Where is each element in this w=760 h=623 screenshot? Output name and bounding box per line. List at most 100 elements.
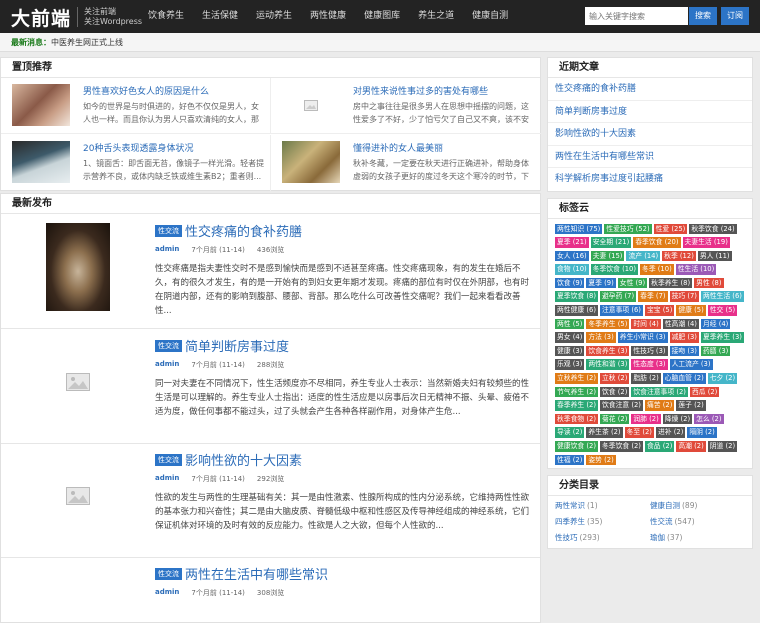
tag-link[interactable]: 夏季养生 (3) (700, 332, 744, 343)
tag-link[interactable]: 七夕 (2) (707, 373, 738, 384)
tag-link[interactable]: 男性 (8) (694, 277, 724, 289)
tag-link[interactable]: 冬季 (10) (640, 264, 674, 275)
tag-link[interactable]: 冬季饮食 (10) (590, 264, 639, 275)
tag-link[interactable]: 方法 (3) (586, 332, 616, 343)
post-thumb[interactable] (46, 223, 110, 311)
tag-link[interactable]: 春季养生 (2) (555, 400, 598, 411)
category-name[interactable]: 两性常识 (555, 501, 585, 510)
tag-link[interactable]: 接吻 (3) (669, 345, 699, 357)
category-link[interactable]: 两性常识 (1) (555, 499, 650, 513)
featured-item[interactable]: 对男性来说性事过多的害处有哪些 房中之事往往是很多男人在思想中摇摆的问题，这性爱… (271, 78, 541, 134)
tag-link[interactable]: 高潮 (2) (676, 441, 706, 452)
tag-link[interactable]: 饮食注意事项 (2) (631, 386, 688, 398)
post-author[interactable]: admin (155, 245, 179, 255)
nav-item-diet[interactable]: 饮食养生 (139, 0, 193, 33)
category-name[interactable]: 瑜伽 (650, 533, 665, 542)
tag-link[interactable]: 男女 (4) (555, 332, 585, 343)
tag-link[interactable]: 立秋 (2) (599, 373, 630, 384)
tag-link[interactable]: 避孕药 (7) (599, 291, 637, 303)
tag-link[interactable]: 冬季养生 (5) (586, 318, 630, 330)
tag-link[interactable]: 夫妻 (15) (590, 250, 625, 262)
featured-thumb[interactable] (282, 141, 340, 183)
featured-thumb[interactable] (12, 141, 70, 183)
post-title[interactable]: 两性在生活中有哪些常识 (185, 564, 328, 583)
tag-link[interactable]: 养生茶 (2) (586, 427, 623, 438)
post-title[interactable]: 性交疼痛的食补药膳 (185, 221, 302, 240)
tag-link[interactable]: 时间 (4) (631, 318, 661, 330)
post-thumb[interactable] (46, 566, 110, 622)
tag-link[interactable]: 两性和谐 (3) (586, 359, 630, 371)
category-name[interactable]: 四季养生 (555, 517, 585, 526)
tag-link[interactable]: 夏季 (9) (586, 277, 616, 289)
tag-link[interactable]: 药膳 (3) (700, 345, 731, 357)
featured-thumb[interactable] (282, 84, 340, 126)
nav-item-selftest[interactable]: 健康自测 (463, 0, 517, 33)
tag-link[interactable]: 导读 (2) (555, 427, 585, 438)
tag-link[interactable]: 健康 (5) (676, 305, 706, 316)
news-text[interactable]: 中医养生网正式上线 (51, 38, 123, 47)
tag-link[interactable]: 西瓜 (2) (689, 386, 720, 398)
tag-link[interactable]: 秋季 (12) (662, 250, 696, 262)
tag-link[interactable]: 夏季饮食 (8) (555, 291, 598, 303)
tag-link[interactable]: 痛苦 (2) (644, 400, 675, 411)
category-link[interactable]: 性技巧 (293) (555, 531, 650, 545)
tag-link[interactable]: 夫妻生活 (19) (682, 237, 730, 248)
tag-link[interactable]: 秋季饮食 (24) (689, 223, 737, 235)
tag-link[interactable]: 怎么 (2) (694, 413, 724, 425)
tag-link[interactable]: 月经 (4) (700, 318, 731, 330)
featured-link[interactable]: 男性喜欢好色女人的原因是什么 (83, 84, 263, 97)
tag-link[interactable]: 女人 (16) (555, 250, 589, 262)
post-thumb[interactable] (46, 452, 110, 540)
tag-link[interactable]: 冬至 (2) (624, 427, 654, 438)
tag-link[interactable]: 宝宝 (5) (644, 305, 675, 316)
tag-link[interactable]: 性爱 (25) (653, 223, 688, 235)
post-category[interactable]: 性交流 (155, 340, 182, 352)
tag-link[interactable]: 夏季 (21) (555, 237, 589, 248)
subscribe-button[interactable]: 订阅 (721, 7, 749, 25)
nav-item-sport[interactable]: 运动养生 (247, 0, 301, 33)
featured-thumb[interactable] (12, 84, 70, 126)
tag-link[interactable]: 阴道 (2) (707, 441, 738, 452)
tag-link[interactable]: 脂肪 (2) (631, 373, 661, 384)
post-thumb[interactable] (46, 338, 110, 426)
category-link[interactable]: 性交流 (547) (650, 515, 745, 529)
tag-link[interactable]: 莲子 (2) (676, 400, 706, 411)
tag-link[interactable]: 性技巧 (3) (631, 345, 668, 357)
tag-link[interactable]: 秋季养生 (8) (649, 277, 693, 289)
tag-link[interactable]: 安全期 (21) (590, 237, 632, 248)
recent-post-link[interactable]: 两性在生活中有哪些常识 (548, 146, 752, 168)
nav-item-gallery[interactable]: 健康图库 (355, 0, 409, 33)
tag-link[interactable]: 润肺 (2) (631, 413, 661, 425)
tag-link[interactable]: 饮食养生 (3) (586, 345, 630, 357)
tag-link[interactable]: 性福 (2) (555, 454, 585, 466)
featured-link[interactable]: 20种舌头表现透露身体状况 (83, 141, 263, 154)
category-link[interactable]: 四季养生 (35) (555, 515, 650, 529)
tag-link[interactable]: 进补 (2) (655, 427, 686, 438)
tag-link[interactable]: 养生小常识 (3) (617, 332, 668, 343)
tag-link[interactable]: 春季饮食 (20) (633, 237, 681, 248)
tag-link[interactable]: 两性 (5) (555, 318, 585, 330)
tag-link[interactable]: 冬季饮食 (2) (599, 441, 643, 452)
featured-item[interactable]: 20种舌头表现透露身体状况 1、镜面舌：即舌面无苔，像镜子一样光滑。轻者提示营养… (1, 135, 271, 191)
nav-item-sex-health[interactable]: 两性健康 (301, 0, 355, 33)
tag-link[interactable]: 性爱技巧 (52) (604, 223, 652, 235)
tag-link[interactable]: 春季 (7) (638, 291, 668, 303)
tag-link[interactable]: 男人 (11) (697, 250, 732, 262)
featured-item[interactable]: 懂得进补的女人最美丽 秋补冬藏，一定要在秋天进行正确进补，帮助身体虚弱的女孩子更… (271, 135, 541, 191)
tag-link[interactable]: 菊花 (2) (599, 413, 630, 425)
post-category[interactable]: 性交流 (155, 225, 182, 237)
recent-post-link[interactable]: 性交疼痛的食补药膳 (548, 78, 752, 101)
tag-link[interactable]: 两性健康 (6) (555, 305, 598, 316)
tag-link[interactable]: 性高潮 (4) (662, 318, 699, 330)
category-link[interactable]: 瑜伽 (37) (650, 531, 745, 545)
tag-link[interactable]: 健康 (3) (555, 345, 585, 357)
post-author[interactable]: admin (155, 360, 179, 370)
post-author[interactable]: admin (155, 474, 179, 484)
search-button[interactable]: 搜索 (689, 7, 717, 25)
tag-link[interactable]: 饮食注意 (2) (599, 400, 643, 411)
category-name[interactable]: 性交流 (650, 517, 673, 526)
tag-link[interactable]: 流产 (14) (626, 250, 661, 262)
tag-link[interactable]: 食品 (2) (644, 441, 675, 452)
nav-item-care[interactable]: 生活保健 (193, 0, 247, 33)
tag-link[interactable]: 人工流产 (3) (669, 359, 713, 371)
